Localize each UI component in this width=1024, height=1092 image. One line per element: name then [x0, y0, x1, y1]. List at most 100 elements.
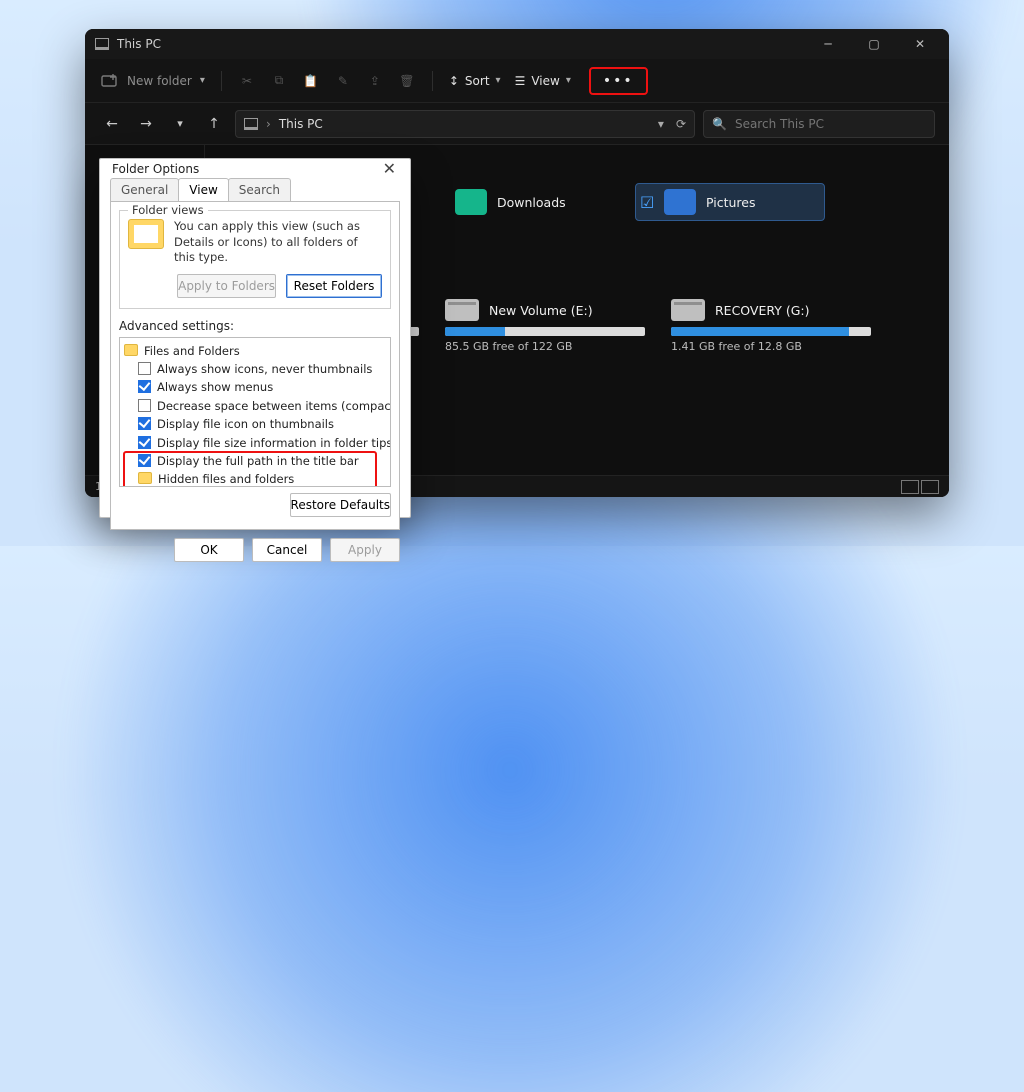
restore-defaults-button[interactable]: Restore Defaults: [290, 493, 391, 517]
advanced-item[interactable]: Display file icon on thumbnails: [124, 415, 386, 433]
advanced-item-label: Files and Folders: [144, 342, 240, 360]
advanced-item[interactable]: Hidden files and folders: [124, 470, 386, 486]
checkbox[interactable]: [138, 380, 151, 393]
close-icon[interactable]: ✕: [377, 159, 402, 178]
advanced-item[interactable]: Always show icons, never thumbnails: [124, 360, 386, 378]
tab-general[interactable]: General: [110, 178, 179, 201]
up-button[interactable]: ↑: [201, 116, 227, 132]
advanced-item[interactable]: Decrease space between items (compact vi…: [124, 397, 386, 415]
advanced-item-label: Display file icon on thumbnails: [157, 415, 334, 433]
rename-icon[interactable]: ✎: [334, 72, 352, 90]
advanced-item-label: Always show menus: [157, 378, 273, 396]
tab-view[interactable]: View: [178, 178, 228, 201]
this-pc-icon: [244, 118, 258, 130]
folder-options-dialog: Folder Options ✕ General View Search Fol…: [99, 158, 411, 518]
view-icon: ☰: [515, 74, 526, 88]
breadcrumb: This PC: [279, 117, 323, 131]
advanced-item[interactable]: Files and Folders: [124, 342, 386, 360]
minimize-button[interactable]: ─: [805, 29, 851, 59]
dialog-titlebar: Folder Options ✕: [100, 159, 410, 178]
tabstrip: General View Search: [100, 178, 410, 201]
drive-icon: [445, 299, 479, 321]
titlebar: This PC ─ ▢ ✕: [85, 29, 949, 59]
reset-folders-button[interactable]: Reset Folders: [286, 274, 382, 298]
folder-label: Pictures: [706, 195, 756, 210]
folder-icon: [138, 472, 152, 484]
recent-locations-button[interactable]: ▾: [167, 117, 193, 130]
delete-icon[interactable]: 🗑: [398, 72, 416, 90]
maximize-button[interactable]: ▢: [851, 29, 897, 59]
drive-name: RECOVERY (G:): [715, 303, 810, 318]
paste-icon[interactable]: 📋: [302, 72, 320, 90]
chevron-down-icon: ▾: [566, 75, 571, 86]
drive-free-text: 1.41 GB free of 12.8 GB: [671, 340, 871, 353]
search-input[interactable]: [735, 117, 926, 131]
drive-name: New Volume (E:): [489, 303, 593, 318]
advanced-item-label: Display file size information in folder …: [157, 434, 391, 452]
checkbox[interactable]: [138, 436, 151, 449]
folder-pictures[interactable]: ☑Pictures: [635, 183, 825, 221]
back-button[interactable]: ←: [99, 116, 125, 132]
advanced-item[interactable]: Display file size information in folder …: [124, 434, 386, 452]
apply-to-folders-button[interactable]: Apply to Folders: [177, 274, 276, 298]
share-icon[interactable]: ⇪: [366, 72, 384, 90]
folder-icon: [124, 344, 138, 356]
ellipsis-icon: •••: [603, 73, 634, 89]
folder-views-text: You can apply this view (such as Details…: [174, 219, 382, 266]
details-layout-button[interactable]: [901, 480, 919, 494]
folder-views-legend: Folder views: [128, 203, 208, 217]
new-folder-button[interactable]: New folder ▾: [101, 72, 205, 90]
view-button[interactable]: ☰ View ▾: [515, 74, 571, 88]
tiles-layout-button[interactable]: [921, 480, 939, 494]
search-icon: 🔍: [712, 117, 727, 131]
dl-icon: [455, 189, 487, 215]
drive-recovery-g-[interactable]: RECOVERY (G:) 1.41 GB free of 12.8 GB: [671, 299, 871, 353]
pics-icon: [664, 189, 696, 215]
checkbox[interactable]: [138, 454, 151, 467]
ok-button[interactable]: OK: [174, 538, 244, 562]
dialog-title: Folder Options: [112, 162, 199, 176]
advanced-item[interactable]: Always show menus: [124, 378, 386, 396]
address-bar-row: ← → ▾ ↑ › This PC ▾ ⟳ 🔍: [85, 103, 949, 145]
checkbox[interactable]: [138, 399, 151, 412]
new-folder-label: New folder: [127, 74, 192, 88]
sort-icon: ↕: [449, 74, 459, 88]
drive-new-volume-e-[interactable]: New Volume (E:) 85.5 GB free of 122 GB: [445, 299, 645, 353]
chevron-down-icon: ▾: [496, 75, 501, 86]
chevron-down-icon: ▾: [200, 75, 205, 86]
drive-free-text: 85.5 GB free of 122 GB: [445, 340, 645, 353]
drive-capacity-bar: [671, 327, 871, 336]
folder-views-group: Folder views You can apply this view (su…: [119, 210, 391, 309]
advanced-item-label: Display the full path in the title bar: [157, 452, 359, 470]
close-button[interactable]: ✕: [897, 29, 943, 59]
chevron-down-icon[interactable]: ▾: [658, 117, 664, 131]
drive-capacity-bar: [445, 327, 645, 336]
cut-icon[interactable]: ✂: [238, 72, 256, 90]
this-pc-icon: [95, 38, 109, 50]
advanced-item[interactable]: Display the full path in the title bar: [124, 452, 386, 470]
copy-icon[interactable]: ⧉: [270, 72, 288, 90]
refresh-icon[interactable]: ⟳: [676, 117, 686, 131]
checkbox[interactable]: [138, 362, 151, 375]
advanced-settings-label: Advanced settings:: [119, 319, 391, 333]
forward-button[interactable]: →: [133, 116, 159, 132]
search-box[interactable]: 🔍: [703, 110, 935, 138]
advanced-item-label: Hidden files and folders: [158, 470, 294, 486]
folder-downloads[interactable]: Downloads: [427, 183, 617, 221]
sort-button[interactable]: ↕ Sort ▾: [449, 74, 501, 88]
more-options-button[interactable]: •••: [589, 67, 648, 95]
apply-button[interactable]: Apply: [330, 538, 400, 562]
advanced-item-label: Decrease space between items (compact vi…: [157, 397, 391, 415]
command-bar: New folder ▾ ✂ ⧉ 📋 ✎ ⇪ 🗑 ↕ Sort ▾ ☰ View…: [85, 59, 949, 103]
window-title: This PC: [117, 37, 161, 51]
new-folder-icon: [101, 72, 119, 90]
tab-search[interactable]: Search: [228, 178, 291, 201]
checkbox[interactable]: [138, 417, 151, 430]
advanced-settings-list[interactable]: Files and FoldersAlways show icons, neve…: [119, 337, 391, 487]
cancel-button[interactable]: Cancel: [252, 538, 322, 562]
tab-panel-view: Folder views You can apply this view (su…: [110, 201, 400, 530]
folder-views-icon: [128, 219, 164, 249]
drive-icon: [671, 299, 705, 321]
address-bar[interactable]: › This PC ▾ ⟳: [235, 110, 695, 138]
advanced-item-label: Always show icons, never thumbnails: [157, 360, 372, 378]
